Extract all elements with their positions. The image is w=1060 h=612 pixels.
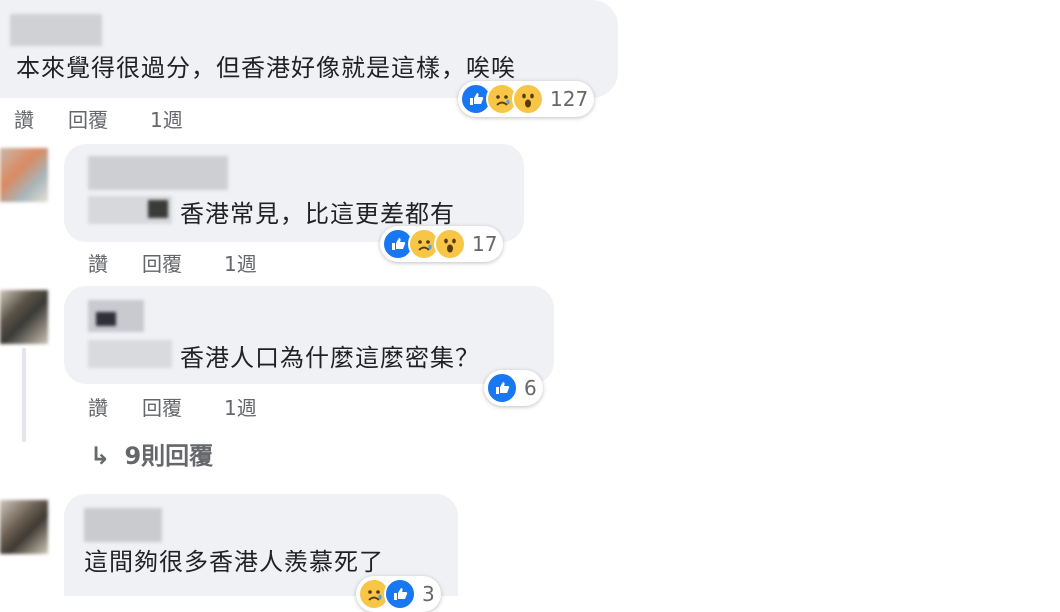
reaction-summary[interactable]: 6 [484,370,543,406]
like-link[interactable]: 讚 [88,248,108,277]
reply-link[interactable]: 回覆 [142,248,182,277]
author-name-blurred-2[interactable] [96,312,116,326]
reaction-count: 127 [550,87,589,111]
avatar[interactable] [0,500,48,554]
reply-thread-line [22,348,26,442]
comment-text: 這間夠很多香港人羨慕死了 [84,548,384,576]
like-reaction-icon [384,578,416,610]
reaction-count: 3 [422,582,435,606]
reaction-count: 6 [524,376,537,400]
author-name-blurred[interactable] [84,508,162,542]
view-replies-label: 9則回覆 [124,442,214,470]
reply-link[interactable]: 回覆 [142,392,182,421]
timestamp-link[interactable]: 1週 [150,104,183,133]
reaction-summary[interactable]: 17 [380,226,504,262]
author-name-blurred[interactable] [10,14,102,46]
reaction-summary[interactable]: 127 [458,81,595,117]
comment-text: 香港人口為什麼這麼密集？ [180,344,480,372]
wow-reaction-icon [512,83,544,115]
reaction-summary[interactable]: 3 [356,576,441,612]
author-name-blurred[interactable] [88,156,228,190]
comment-text: 香港常見，比這更差都有 [180,200,455,228]
avatar[interactable] [0,148,48,202]
timestamp-link[interactable]: 1週 [224,248,257,277]
reply-arrow-icon: ↳ [90,442,111,470]
author-name-blurred-3[interactable] [148,200,168,218]
like-link[interactable]: 讚 [88,392,108,421]
comment-text: 本來覺得很過分，但香港好像就是這樣，唉唉 [16,54,516,82]
reaction-count: 17 [472,232,498,256]
author-name-blurred-3[interactable] [88,340,172,368]
reply-link[interactable]: 回覆 [68,104,108,133]
avatar[interactable] [0,290,48,344]
view-replies-link[interactable]: ↳ 9則回覆 [90,436,213,471]
timestamp-link[interactable]: 1週 [224,392,257,421]
like-link[interactable]: 讚 [14,104,34,133]
wow-reaction-icon [434,228,466,260]
like-reaction-icon [486,372,518,404]
